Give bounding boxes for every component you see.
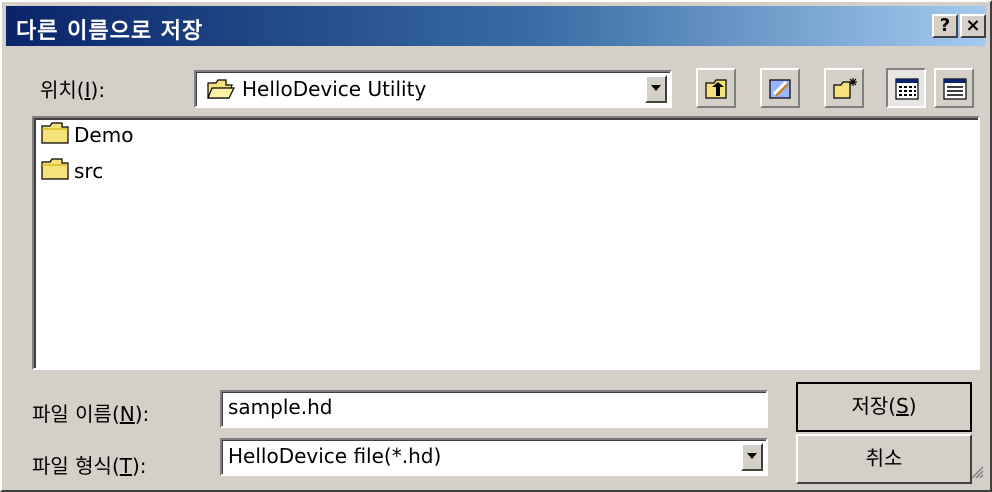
new-folder-button[interactable] bbox=[824, 68, 864, 108]
location-label: 위치(I): bbox=[40, 78, 106, 102]
filename-input[interactable]: sample.hd bbox=[220, 390, 768, 428]
filename-value: sample.hd bbox=[228, 395, 333, 419]
folder-icon bbox=[40, 157, 74, 186]
close-button[interactable]: × bbox=[960, 14, 986, 38]
details-view-button[interactable] bbox=[934, 68, 974, 108]
filetype-dropdown[interactable]: HelloDevice file(*.hd) bbox=[220, 438, 768, 476]
file-list[interactable]: Demo src bbox=[32, 116, 980, 370]
location-value: HelloDevice Utility bbox=[242, 77, 427, 101]
window-title: 다른 이름으로 저장 bbox=[16, 19, 204, 44]
list-item-src[interactable]: src bbox=[40, 156, 103, 186]
location-dropdown-arrow[interactable] bbox=[645, 75, 667, 103]
desktop-button[interactable] bbox=[760, 68, 800, 108]
folder-icon bbox=[40, 121, 74, 150]
open-folder-icon bbox=[206, 77, 236, 106]
help-button[interactable]: ? bbox=[932, 14, 958, 38]
file-name: Demo bbox=[74, 123, 134, 147]
list-item-demo[interactable]: Demo bbox=[40, 120, 133, 150]
filename-label: 파일 이름(N): bbox=[32, 402, 150, 426]
save-button[interactable]: 저장(S) bbox=[796, 382, 972, 432]
title-bar[interactable]: 다른 이름으로 저장 ? × bbox=[6, 6, 986, 46]
filetype-value: HelloDevice file(*.hd) bbox=[228, 444, 442, 468]
filetype-dropdown-arrow[interactable] bbox=[741, 443, 763, 471]
list-view-button[interactable] bbox=[886, 68, 926, 108]
save-as-dialog: 다른 이름으로 저장 ? × 위치(I): HelloDevice Utilit… bbox=[0, 0, 992, 492]
up-one-level-button[interactable] bbox=[696, 68, 736, 108]
location-dropdown[interactable]: HelloDevice Utility bbox=[194, 70, 672, 108]
file-name: src bbox=[74, 159, 104, 183]
cancel-button[interactable]: 취소 bbox=[796, 434, 972, 484]
resize-grip-icon[interactable] bbox=[970, 460, 984, 484]
filetype-label: 파일 형식(T): bbox=[32, 454, 147, 478]
